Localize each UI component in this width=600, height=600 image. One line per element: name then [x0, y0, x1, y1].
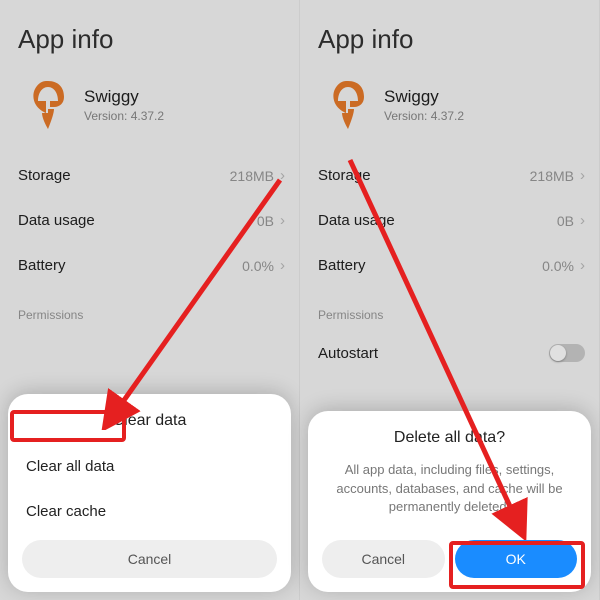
row-value: 0B: [557, 213, 574, 229]
row-value: 0.0%: [542, 258, 574, 274]
row-battery[interactable]: Battery 0.0% ›: [0, 243, 299, 288]
app-name: Swiggy: [84, 87, 164, 107]
pane-clear-data: App info Swiggy Version: 4.37.2 Storage …: [0, 0, 300, 600]
row-value: 0B: [257, 213, 274, 229]
row-label: Battery: [18, 257, 66, 274]
sheet-title: Delete all data?: [308, 411, 591, 461]
sheet-title: Clear data: [8, 394, 291, 444]
cancel-button[interactable]: Cancel: [22, 540, 277, 578]
row-value: 0.0%: [242, 258, 274, 274]
chevron-right-icon: ›: [280, 212, 285, 229]
app-header: Swiggy Version: 4.37.2: [300, 65, 599, 153]
app-version: Version: 4.37.2: [84, 109, 164, 123]
cancel-button[interactable]: Cancel: [322, 540, 445, 578]
row-label: Data usage: [318, 212, 395, 229]
page-title: App info: [300, 0, 599, 65]
app-header: Swiggy Version: 4.37.2: [0, 65, 299, 153]
toggle-icon[interactable]: [549, 344, 585, 362]
row-value: 218MB: [530, 168, 574, 184]
swiggy-icon: [328, 79, 368, 131]
section-permissions: Permissions: [0, 288, 299, 330]
section-permissions: Permissions: [300, 288, 599, 330]
chevron-right-icon: ›: [280, 257, 285, 274]
row-label: Data usage: [18, 212, 95, 229]
row-label: Battery: [318, 257, 366, 274]
row-label: Storage: [18, 167, 71, 184]
chevron-right-icon: ›: [580, 167, 585, 184]
chevron-right-icon: ›: [580, 257, 585, 274]
menu-clear-all-data[interactable]: Clear all data: [8, 444, 291, 489]
swiggy-icon: [28, 79, 68, 131]
row-storage[interactable]: Storage 218MB ›: [0, 153, 299, 198]
sheet-clear-data: Clear data Clear all data Clear cache Ca…: [8, 394, 291, 592]
app-name: Swiggy: [384, 87, 464, 107]
sheet-delete-confirm: Delete all data? All app data, including…: [308, 411, 591, 592]
menu-clear-cache[interactable]: Clear cache: [8, 489, 291, 534]
ok-button[interactable]: OK: [455, 540, 578, 578]
row-data-usage[interactable]: Data usage 0B ›: [300, 198, 599, 243]
row-battery[interactable]: Battery 0.0% ›: [300, 243, 599, 288]
chevron-right-icon: ›: [280, 167, 285, 184]
row-storage[interactable]: Storage 218MB ›: [300, 153, 599, 198]
app-version: Version: 4.37.2: [384, 109, 464, 123]
row-label: Autostart: [318, 345, 378, 362]
row-value: 218MB: [230, 168, 274, 184]
page-title: App info: [0, 0, 299, 65]
row-data-usage[interactable]: Data usage 0B ›: [0, 198, 299, 243]
row-autostart[interactable]: Autostart: [300, 330, 599, 376]
sheet-body: All app data, including files, settings,…: [308, 461, 591, 534]
pane-delete-confirm: App info Swiggy Version: 4.37.2 Storage …: [300, 0, 600, 600]
chevron-right-icon: ›: [580, 212, 585, 229]
row-label: Storage: [318, 167, 371, 184]
